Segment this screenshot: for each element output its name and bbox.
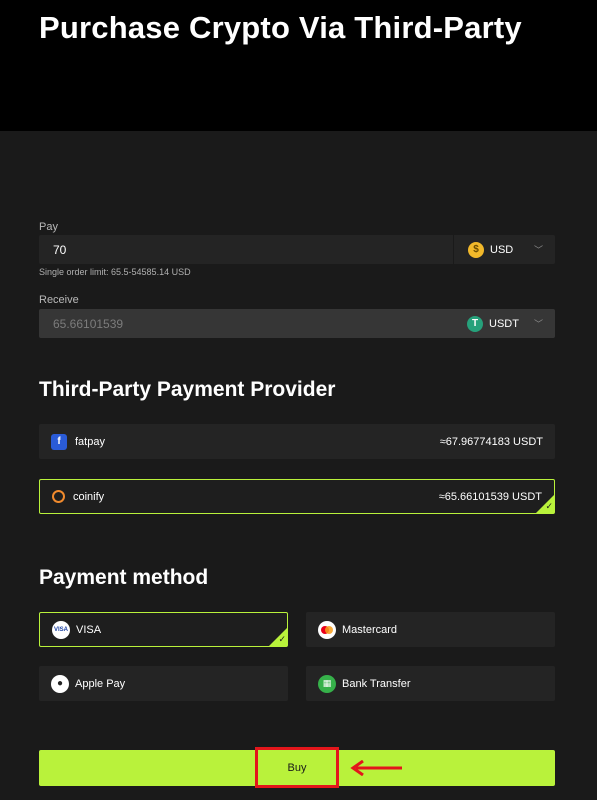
usdt-coin-icon: T	[467, 315, 483, 332]
payment-method-visa[interactable]: VISA VISA ✓	[39, 612, 288, 647]
provider-name: coinify	[73, 490, 105, 503]
pay-currency-label: USD	[490, 243, 514, 256]
provider-amount: ≈65.66101539 USDT	[438, 490, 542, 503]
pay-field: 70 $ USD ﹀	[39, 235, 555, 264]
selected-check-icon: ✓	[269, 628, 287, 646]
receive-label: Receive	[39, 294, 79, 306]
page-header: Purchase Crypto Via Third-Party	[0, 0, 597, 131]
payment-method-label: Apple Pay	[75, 677, 126, 690]
receive-currency-label: USDT	[489, 317, 519, 330]
chevron-down-icon: ﹀	[533, 319, 543, 329]
selected-check-icon: ✓	[536, 495, 554, 513]
provider-option-coinify[interactable]: coinify ≈65.66101539 USDT ✓	[39, 479, 555, 514]
pay-amount-input[interactable]: 70	[39, 243, 453, 257]
payment-method-mastercard[interactable]: Mastercard	[306, 612, 555, 647]
page-title: Purchase Crypto Via Third-Party	[39, 10, 522, 45]
payment-method-bank-transfer[interactable]: ▦ Bank Transfer	[306, 666, 555, 701]
mastercard-icon	[318, 620, 336, 639]
provider-option-fatpay[interactable]: f fatpay ≈67.96774183 USDT	[39, 424, 555, 459]
visa-card-icon: VISA	[52, 620, 70, 639]
provider-name: fatpay	[75, 435, 105, 448]
payment-section-title: Payment method	[39, 566, 209, 589]
annotation-highlight-box	[255, 747, 339, 788]
payment-method-apple-pay[interactable]: ● Apple Pay	[39, 666, 288, 701]
apple-logo-icon: ●	[51, 674, 69, 693]
payment-method-label: VISA	[76, 623, 102, 636]
receive-field: 65.66101539 T USDT ﹀	[39, 309, 555, 338]
provider-section-title: Third-Party Payment Provider	[39, 378, 336, 401]
order-limit-hint: Single order limit: 65.5-54585.14 USD	[39, 267, 191, 277]
receive-amount-value: 65.66101539	[53, 316, 124, 331]
coinify-logo-icon	[52, 490, 65, 503]
pay-currency-select[interactable]: $ USD ﹀	[453, 235, 555, 264]
payment-method-label: Bank Transfer	[342, 677, 411, 690]
fatpay-logo-icon: f	[51, 433, 67, 450]
bank-icon: ▦	[318, 674, 336, 693]
pay-label: Pay	[39, 221, 58, 233]
annotation-arrow-icon	[350, 760, 402, 776]
chevron-down-icon: ﹀	[533, 245, 543, 255]
payment-method-label: Mastercard	[342, 623, 398, 636]
receive-currency-select[interactable]: T USDT ﹀	[453, 309, 555, 338]
provider-amount: ≈67.96774183 USDT	[439, 435, 543, 448]
usd-coin-icon: $	[468, 241, 484, 258]
